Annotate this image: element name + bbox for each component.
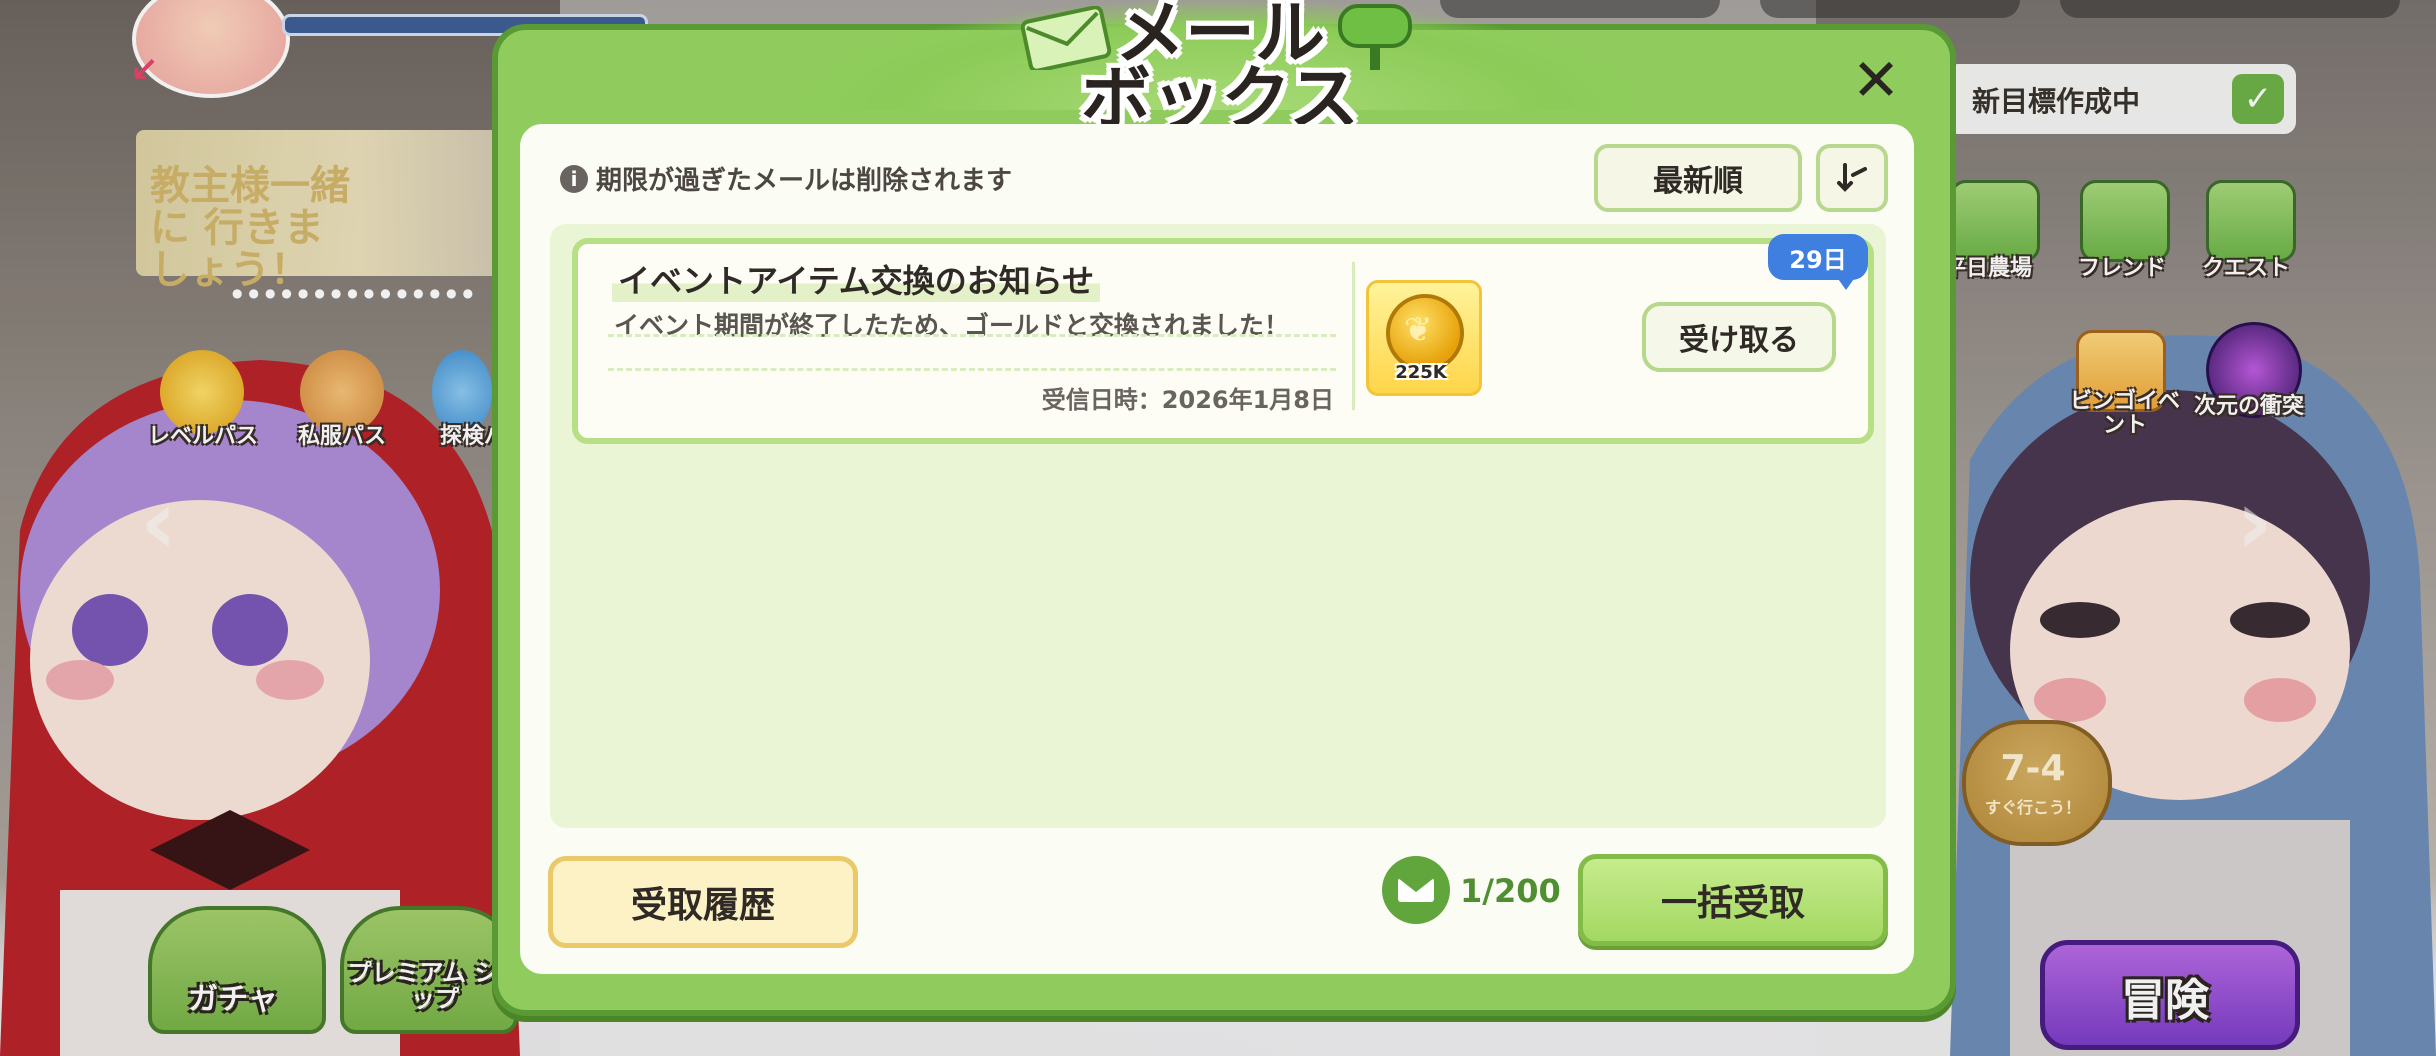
claim-history-button[interactable]: 受取履歴 xyxy=(548,856,858,948)
mail-received-date: 受信日時：2026年1月8日 xyxy=(1041,386,1334,414)
sort-newest-button[interactable]: 最新順 xyxy=(1594,144,1802,212)
claim-button[interactable]: 受け取る xyxy=(1642,302,1836,372)
title-line-2: ボックス xyxy=(1081,58,1359,140)
leaf-icon: ❦ xyxy=(1404,310,1433,350)
reward-quantity: 225K xyxy=(1395,362,1447,383)
mail-title: イベントアイテム交換のお知らせ xyxy=(612,256,1101,302)
claim-all-button[interactable]: 一括受取 xyxy=(1578,854,1888,946)
mail-count: 1/200 xyxy=(1460,872,1561,910)
expiry-notice-text: 期限が過ぎたメールは削除されます xyxy=(596,166,1013,196)
modal-title: メール ボックス xyxy=(1060,0,1380,140)
expiry-notice: i 期限が過ぎたメールは削除されます xyxy=(560,160,1012,197)
days-remaining-badge: 29日 xyxy=(1768,234,1868,280)
mail-divider-line xyxy=(608,334,1336,337)
envelope-flap xyxy=(1398,878,1434,892)
sort-arrow-icon xyxy=(1837,163,1867,192)
sort-order-button[interactable] xyxy=(1816,144,1888,212)
mail-divider-line xyxy=(608,368,1336,371)
title-line-1: メール xyxy=(1115,0,1325,74)
badge-tail xyxy=(1836,276,1856,290)
mail-item-divider xyxy=(1352,262,1355,410)
info-icon: i xyxy=(560,164,588,193)
close-button[interactable]: ✕ xyxy=(1846,50,1906,110)
